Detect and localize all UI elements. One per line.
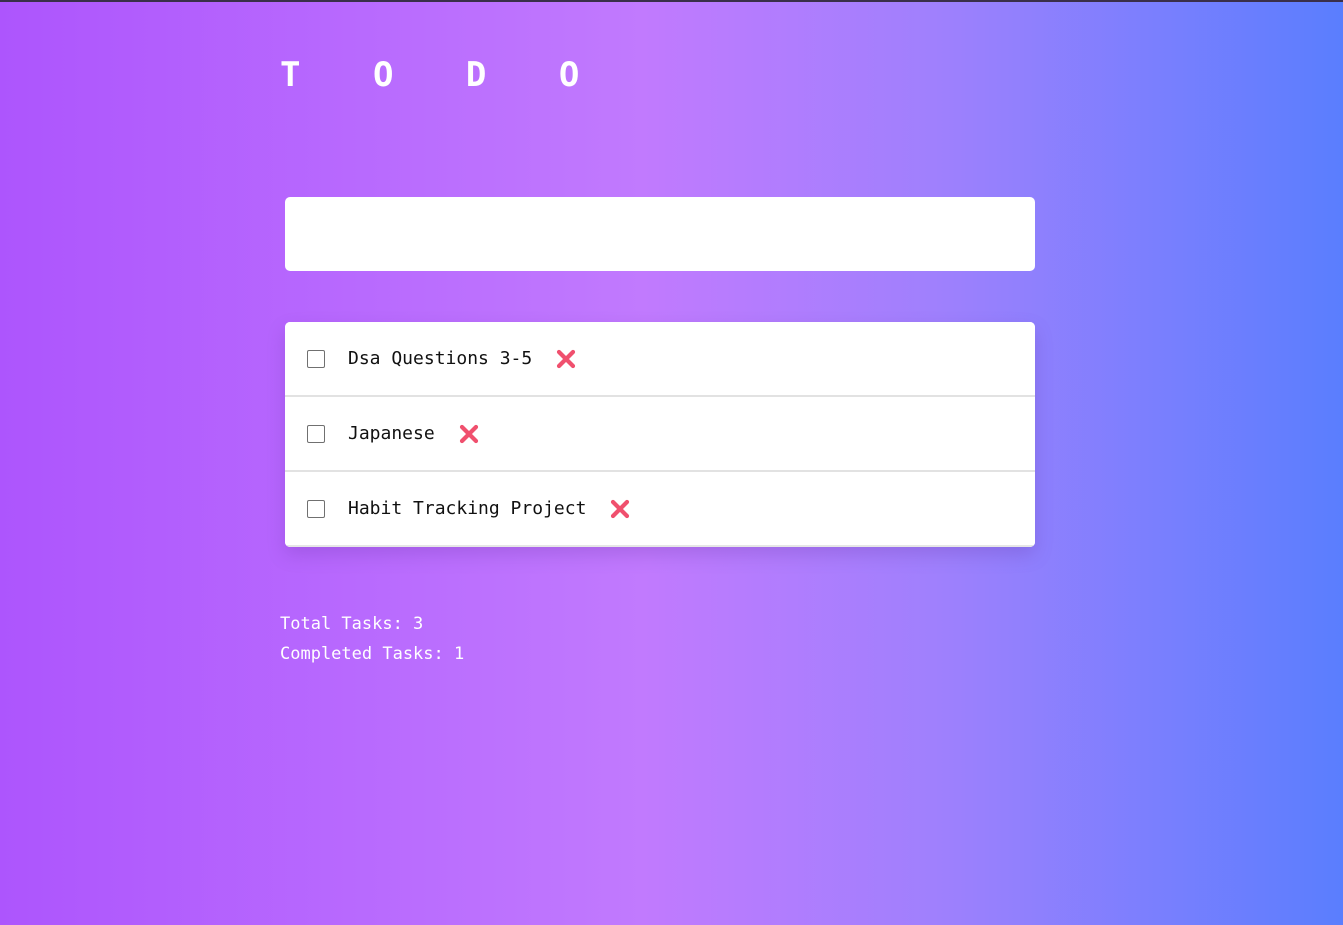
delete-task-icon [459,424,478,443]
task-label: Habit Tracking Project [348,498,587,519]
task-label: Japanese [348,423,435,444]
cross-mark-icon[interactable] [457,422,481,446]
total-tasks-count: Total Tasks: 3 [280,614,424,634]
app-title: T O D O [280,55,606,95]
task-item: Dsa Questions 3-5 [285,322,1035,397]
delete-task-icon [611,499,630,518]
completed-tasks-count: Completed Tasks: 1 [280,644,465,664]
task-label: Dsa Questions 3-5 [348,348,533,369]
task-stats: Total Tasks: 3 Completed Tasks: 1 [280,609,464,669]
delete-task-icon [557,349,576,368]
cross-mark-icon[interactable] [608,497,632,521]
task-item: Japanese [285,397,1035,472]
new-task-input[interactable] [285,197,1035,271]
task-item: Habit Tracking Project [285,472,1035,547]
window-top-border [0,0,1343,2]
task-checkbox[interactable] [307,349,325,368]
task-checkbox[interactable] [307,424,325,443]
cross-mark-icon[interactable] [554,347,578,371]
task-checkbox[interactable] [307,499,325,518]
task-list: Dsa Questions 3-5 Japanese Habit Trackin… [285,322,1035,547]
